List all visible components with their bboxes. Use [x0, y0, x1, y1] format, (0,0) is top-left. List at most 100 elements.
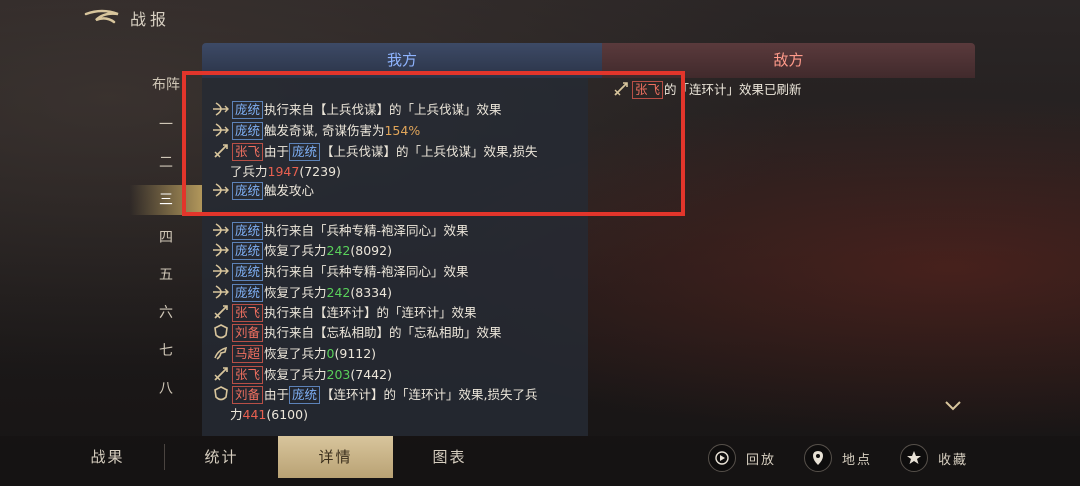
general-name[interactable]: 张飞: [232, 304, 264, 322]
log-text: 的「连环计」效果已刷新: [664, 82, 802, 97]
bow-icon: [213, 102, 229, 116]
bow-icon: [213, 123, 229, 137]
log-text: 了兵力: [230, 164, 268, 179]
general-name[interactable]: 庞统: [232, 122, 264, 140]
back-icon[interactable]: [84, 6, 120, 30]
log-entry: 庞统 执行来自【上兵伐谋】的「上兵伐谋」效果: [212, 100, 584, 120]
tab-enemy-side[interactable]: 敌方: [602, 43, 975, 78]
log-text: 恢复了兵力: [264, 346, 327, 361]
general-name[interactable]: 庞统: [289, 143, 321, 161]
log-text: (8334): [350, 285, 392, 300]
battle-report-panel: 我方 敌方 庞统 执行来自【上兵伐谋】的「上兵伐谋」效果 庞统 触发奇谋, 奇谋伤害为…: [202, 43, 975, 436]
general-name[interactable]: 张飞: [232, 143, 264, 161]
log-entry: 张飞 恢复了兵力203(7442): [212, 365, 584, 385]
log-text: (9112): [334, 346, 377, 361]
bow-icon: [213, 223, 229, 237]
log-text: 执行来自【上兵伐谋】的「上兵伐谋」效果: [264, 102, 502, 117]
round-tab[interactable]: 七: [130, 336, 202, 366]
log-text: 恢复了兵力: [264, 285, 327, 300]
action-star[interactable]: 收藏: [900, 444, 968, 472]
our-battle-log[interactable]: 庞统 执行来自【上兵伐谋】的「上兵伐谋」效果 庞统 触发奇谋, 奇谋伤害为154% 张飞…: [202, 78, 588, 436]
bottom-tab-4[interactable]: 图表: [392, 436, 507, 478]
log-entry-continuation: 力441(6100): [212, 405, 584, 425]
general-name[interactable]: 庞统: [232, 182, 264, 200]
star-icon[interactable]: [900, 444, 928, 472]
spear-icon: [214, 305, 228, 319]
log-text: 执行来自【连环计】的「连环计」效果: [264, 305, 477, 320]
log-text: 执行来自【忘私相助】的「忘私相助」效果: [264, 325, 502, 340]
log-text: 恢复了兵力: [264, 367, 327, 382]
bottom-tab-1[interactable]: 战果: [50, 436, 165, 478]
general-name[interactable]: 刘备: [232, 386, 264, 404]
round-tab[interactable]: 布阵: [130, 70, 202, 100]
general-name[interactable]: 庞统: [232, 242, 264, 260]
bow-icon: [213, 264, 229, 278]
general-name[interactable]: 庞统: [289, 386, 321, 404]
log-entry: 张飞 的「连环计」效果已刷新: [612, 80, 975, 100]
chevron-down-icon[interactable]: [944, 400, 962, 412]
general-name[interactable]: 张飞: [232, 366, 264, 384]
bottom-tab-3[interactable]: 详情: [278, 436, 393, 478]
action-label: 收藏: [938, 452, 969, 468]
log-entry: 马超 恢复了兵力0(9112): [212, 344, 584, 364]
percentage-value: 154%: [384, 123, 421, 138]
round-tab[interactable]: 四: [130, 223, 202, 253]
general-name[interactable]: 庞统: [232, 284, 264, 302]
log-text: 触发攻心: [264, 183, 315, 198]
general-name[interactable]: 张飞: [632, 81, 664, 99]
bottom-tab-2[interactable]: 统计: [164, 436, 279, 478]
log-entry: 刘备 执行来自【忘私相助】的「忘私相助」效果: [212, 323, 584, 343]
round-tab[interactable]: 八: [130, 374, 202, 404]
log-entry: 庞统 恢复了兵力242(8334): [212, 283, 584, 303]
round-tab[interactable]: 一: [130, 110, 202, 140]
round-tab[interactable]: 三: [130, 185, 202, 215]
round-tab[interactable]: 二: [130, 148, 202, 178]
bow-icon: [213, 243, 229, 257]
log-text: 执行来自「兵种专精-袍泽同心」效果: [264, 223, 469, 238]
round-tab[interactable]: 五: [130, 260, 202, 290]
spear-icon: [214, 367, 228, 381]
log-entry: 庞统 触发奇谋, 奇谋伤害为154%: [212, 121, 584, 141]
round-tab[interactable]: 六: [130, 298, 202, 328]
log-text: 力: [230, 407, 243, 422]
spear-icon: [214, 144, 228, 158]
troop-gain-value: 203: [326, 367, 351, 382]
log-text: 恢复了兵力: [264, 243, 327, 258]
log-entry: 庞统 执行来自「兵种专精-袍泽同心」效果: [212, 262, 584, 282]
spear-icon: [614, 82, 628, 96]
bottom-bar: 战果 统计 详情 图表 回放 地点 收藏: [0, 436, 1080, 486]
action-label: 回放: [746, 452, 777, 468]
log-text: (7239): [299, 164, 341, 179]
action-location-pin[interactable]: 地点: [804, 444, 872, 472]
log-text: 触发奇谋, 奇谋伤害为: [264, 123, 385, 138]
general-name[interactable]: 刘备: [232, 324, 264, 342]
log-entry: 庞统 恢复了兵力242(8092): [212, 241, 584, 261]
troop-loss-value: 1947: [267, 164, 300, 179]
shield-icon: [214, 324, 228, 339]
tab-our-side[interactable]: 我方: [202, 43, 602, 78]
general-name[interactable]: 马超: [232, 345, 264, 363]
troop-gain-value: 242: [326, 243, 351, 258]
log-entry: 刘备 由于 庞统 【连环计】的「连环计」效果,损失了兵 力441(6100): [212, 385, 584, 425]
log-text: (8092): [350, 243, 392, 258]
bow-icon: [213, 285, 229, 299]
log-entry: 张飞 执行来自【连环计】的「连环计」效果: [212, 303, 584, 323]
page-title: 战报: [130, 10, 171, 29]
enemy-battle-log[interactable]: 张飞 的「连环计」效果已刷新: [602, 78, 975, 436]
log-entry: 庞统 触发攻心: [212, 181, 584, 201]
troop-loss-value: 441: [242, 407, 267, 422]
log-entry: 张飞 由于 庞统 【上兵伐谋】的「上兵伐谋」效果,损失 了兵力1947(7239): [212, 142, 584, 182]
action-replay[interactable]: 回放: [708, 444, 776, 472]
general-name[interactable]: 庞统: [232, 263, 264, 281]
log-text: (7442): [350, 367, 392, 382]
general-name[interactable]: 庞统: [232, 222, 264, 240]
general-name[interactable]: 庞统: [232, 101, 264, 119]
location-pin-icon[interactable]: [804, 444, 832, 472]
shield-icon: [214, 386, 228, 401]
top-bar: 战报: [0, 0, 1080, 36]
horse-icon: [214, 346, 228, 360]
replay-icon[interactable]: [708, 444, 736, 472]
log-text: (6100): [266, 407, 308, 422]
log-text: 执行来自「兵种专精-袍泽同心」效果: [264, 264, 469, 279]
log-text: 由于: [264, 144, 290, 159]
